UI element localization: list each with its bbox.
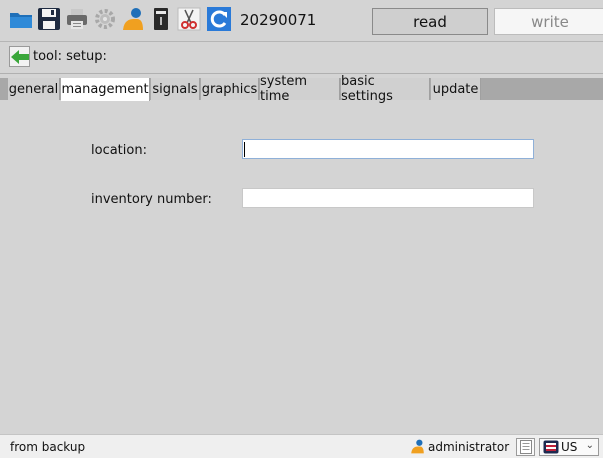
tab-general[interactable]: general <box>8 78 60 100</box>
us-flag-icon <box>543 440 559 454</box>
scissors-icon[interactable] <box>176 4 202 34</box>
location-input[interactable] <box>242 139 534 159</box>
inventory-number-label: inventory number: <box>91 192 212 207</box>
language-code: US <box>561 440 578 454</box>
location-label: location: <box>91 143 147 158</box>
tab-management[interactable]: management <box>61 78 150 101</box>
status-source-text: from backup <box>10 440 86 454</box>
user-name: administrator <box>428 439 510 454</box>
back-arrow-icon <box>10 49 29 64</box>
tab-update[interactable]: update <box>431 78 481 100</box>
serial-number: 20290071 <box>240 11 317 29</box>
status-bar: from backup administrator US ⌄ <box>0 434 603 458</box>
inventory-number-input[interactable] <box>242 188 534 208</box>
tab-signals[interactable]: signals <box>151 78 200 100</box>
save-icon[interactable] <box>36 4 62 34</box>
language-selector[interactable]: US ⌄ <box>539 438 599 456</box>
document-icon <box>519 440 532 454</box>
current-user[interactable]: administrator <box>410 439 509 454</box>
chevron-down-icon: ⌄ <box>585 440 594 451</box>
user-icon[interactable] <box>120 4 146 34</box>
breadcrumb: tool: setup: <box>0 42 603 72</box>
write-button[interactable]: write <box>494 8 603 35</box>
tab-bar: general management signals graphics syst… <box>0 74 603 104</box>
refresh-icon[interactable] <box>206 4 232 34</box>
device-icon[interactable] <box>148 4 174 34</box>
tab-system-time[interactable]: system time <box>260 74 340 104</box>
open-folder-icon[interactable] <box>8 4 34 34</box>
back-button[interactable] <box>9 46 30 67</box>
read-button[interactable]: read <box>372 8 488 35</box>
tab-basic-settings[interactable]: basic settings <box>341 74 430 104</box>
settings-gear-icon[interactable] <box>92 4 118 34</box>
user-icon <box>411 439 424 454</box>
breadcrumb-text: tool: setup: <box>33 49 107 64</box>
tab-graphics[interactable]: graphics <box>201 78 259 100</box>
print-icon[interactable] <box>64 4 90 34</box>
toolbar: 20290071 read write <box>0 0 603 42</box>
text-caret <box>244 142 245 157</box>
log-button[interactable] <box>516 438 535 456</box>
